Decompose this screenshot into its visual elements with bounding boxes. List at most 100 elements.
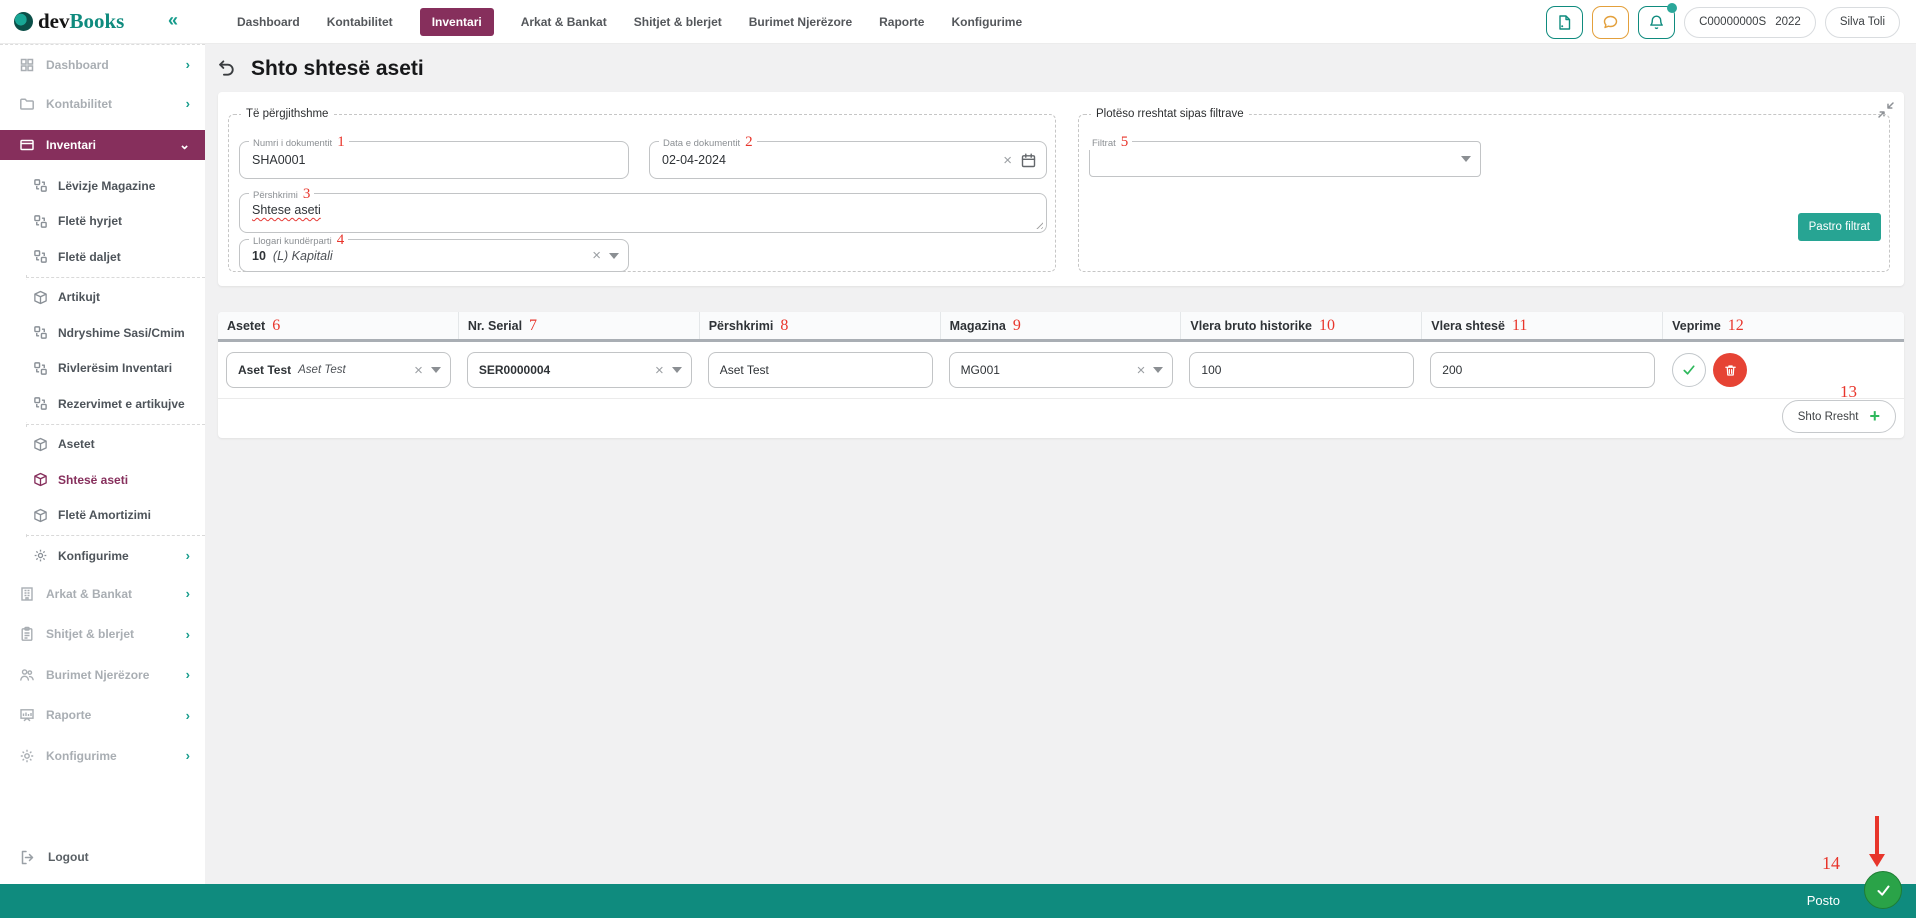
- sidebar-item-shtese-aseti[interactable]: Shtesë aseti: [0, 462, 205, 498]
- stock-movement-icon: [33, 325, 48, 340]
- back-button[interactable]: [213, 57, 237, 81]
- clear-date-icon[interactable]: ×: [1003, 153, 1012, 168]
- asset-rows-card: Asetet 6 Nr. Serial 7 Përshkrimi 8 Magazina…: [218, 312, 1904, 438]
- sidebar-collapse-icon[interactable]: «: [168, 10, 178, 31]
- box-icon: [33, 508, 48, 523]
- stock-movement-icon: [33, 396, 48, 411]
- check-icon: [1681, 362, 1697, 378]
- post-label[interactable]: Posto: [1807, 884, 1840, 918]
- confirm-row-button[interactable]: [1672, 353, 1707, 387]
- dropdown-caret-icon[interactable]: [609, 252, 619, 259]
- inventory-icon: [19, 137, 35, 153]
- counter-account-code: 10: [252, 248, 266, 263]
- sidebar-item-rivleresim-inventari[interactable]: Rivlerësim Inventari: [0, 350, 205, 386]
- annotation-5: 5: [1120, 134, 1129, 150]
- new-document-button[interactable]: [1546, 5, 1584, 39]
- post-submit-button[interactable]: [1864, 871, 1902, 909]
- dropdown-caret-icon[interactable]: [430, 367, 441, 373]
- annotation-8: 8: [780, 316, 789, 334]
- clear-filters-button[interactable]: Pastro filtrat: [1797, 213, 1881, 241]
- col-header-vlera-bruto: Vlera bruto historike 10: [1181, 312, 1423, 339]
- user-menu[interactable]: Silva Toli: [1824, 6, 1900, 38]
- nav-dashboard[interactable]: Dashboard: [237, 15, 300, 29]
- col-header-pershkrimi: Përshkrimi 8: [700, 312, 941, 339]
- warehouse-combobox[interactable]: MG001 ×: [948, 352, 1174, 388]
- gross-value-input[interactable]: 100: [1189, 352, 1415, 388]
- nav-konfigurime[interactable]: Konfigurime: [951, 15, 1022, 29]
- main-content: Shto shtesë aseti Të përgjithshme Numri …: [205, 44, 1916, 884]
- clear-warehouse-icon[interactable]: ×: [1137, 363, 1146, 378]
- nav-raporte[interactable]: Raporte: [879, 15, 924, 29]
- report-board-icon: [19, 707, 35, 723]
- sidebar-item-ndryshime-sasi-cmim[interactable]: Ndryshime Sasi/Cmim: [0, 315, 205, 351]
- sidebar-item-inventari-konfigurime[interactable]: Konfigurime ›: [0, 538, 205, 574]
- sidebar-item-rezervimet-e-artikujve[interactable]: Rezervimet e artikujve: [0, 386, 205, 422]
- doc-date-field[interactable]: Data e dokumentit 2 02-04-2024 ×: [649, 135, 1047, 179]
- logo-text-dev: dev: [38, 9, 70, 33]
- clear-serial-icon[interactable]: ×: [655, 363, 664, 378]
- nav-arkat-bankat[interactable]: Arkat & Bankat: [521, 15, 607, 29]
- delete-row-button[interactable]: [1713, 353, 1748, 387]
- annotation-3: 3: [302, 186, 311, 202]
- col-header-vlera-shtese: Vlera shtesë 11: [1422, 312, 1664, 339]
- sidebar-item-artikujt[interactable]: Artikujt: [0, 279, 205, 315]
- nav-burimet-njerezore[interactable]: Burimet Njerëzore: [749, 15, 852, 29]
- sidebar-item-burimet-njerezore[interactable]: Burimet Njerëzore ›: [0, 655, 205, 696]
- row-actions: [1663, 353, 1904, 387]
- counter-account-field[interactable]: Llogari kundërparti 4 10 (L) Kapitali ×: [239, 233, 629, 272]
- description-value[interactable]: Shtese aseti: [252, 203, 321, 217]
- company-code: C00000000S: [1699, 16, 1767, 28]
- sidebar-item-asetet[interactable]: Asetet: [0, 426, 205, 462]
- annotation-arrow-head: [1869, 854, 1885, 867]
- sidebar-item-flete-daljet[interactable]: Fletë daljet: [0, 239, 205, 275]
- filter-select[interactable]: Filtrat 5: [1088, 135, 1481, 177]
- addition-value-input[interactable]: 200: [1430, 352, 1656, 388]
- chevron-right-icon: ›: [185, 707, 190, 723]
- description-field[interactable]: Përshkrimi 3 Shtese aseti: [239, 187, 1047, 233]
- calendar-icon[interactable]: [1020, 152, 1037, 169]
- inventari-submenu: Lëvizje Magazine Fletë hyrjet Fletë dalj…: [0, 168, 205, 574]
- sidebar-item-flete-hyrjet[interactable]: Fletë hyrjet: [0, 203, 205, 239]
- sidebar-item-inventari[interactable]: Inventari ⌄: [0, 130, 205, 160]
- add-row-button[interactable]: Shto Rresht +: [1781, 400, 1896, 433]
- doc-number-field[interactable]: Numri i dokumentit 1 SHA0001: [239, 135, 629, 179]
- sidebar-item-arkat-bankat[interactable]: Arkat & Bankat ›: [0, 574, 205, 615]
- col-header-magazina: Magazina 9: [941, 312, 1182, 339]
- filter-value[interactable]: [1090, 142, 1480, 176]
- chat-bubble-icon: [1602, 14, 1619, 31]
- chat-button[interactable]: [1592, 5, 1630, 39]
- serial-combobox[interactable]: SER0000004 ×: [466, 352, 692, 388]
- stock-movement-icon: [33, 361, 48, 376]
- sidebar-item-levizje-magazine[interactable]: Lëvizje Magazine: [0, 168, 205, 204]
- clear-account-icon[interactable]: ×: [592, 248, 601, 263]
- company-selector[interactable]: C00000000S 2022: [1684, 6, 1816, 38]
- clear-asset-icon[interactable]: ×: [414, 363, 423, 378]
- sidebar-item-raporte[interactable]: Raporte ›: [0, 695, 205, 736]
- notifications-button[interactable]: [1638, 2, 1678, 39]
- box-icon: [33, 290, 48, 305]
- sidebar-item-shitjet-blerjet[interactable]: Shitjet & blerjet ›: [0, 614, 205, 655]
- nav-inventari[interactable]: Inventari: [419, 8, 494, 36]
- annotation-14: 14: [1822, 853, 1840, 873]
- annotation-arrow: [1875, 816, 1879, 856]
- sidebar-item-dashboard[interactable]: Dashboard ›: [0, 45, 205, 84]
- dropdown-caret-icon[interactable]: [1153, 367, 1164, 373]
- nav-shitjet-blerjet[interactable]: Shitjet & blerjet: [634, 15, 722, 29]
- sidebar-item-flete-amortizimi[interactable]: Fletë Amortizimi: [0, 497, 205, 533]
- nav-kontabilitet[interactable]: Kontabilitet: [327, 15, 393, 29]
- annotation-7: 7: [529, 316, 538, 334]
- sidebar-item-kontabilitet[interactable]: Kontabilitet ›: [0, 84, 205, 123]
- annotation-11: 11: [1511, 316, 1528, 334]
- dropdown-caret-icon[interactable]: [671, 367, 682, 373]
- stock-movement-icon: [33, 178, 48, 193]
- logout-button[interactable]: Logout: [0, 840, 205, 874]
- col-header-veprime: Veprime 12: [1672, 316, 1744, 334]
- col-header-nr-serial: Nr. Serial 7: [459, 312, 700, 339]
- sidebar-item-konfigurime[interactable]: Konfigurime ›: [0, 736, 205, 777]
- table-header-row: Asetet 6 Nr. Serial 7 Përshkrimi 8 Magazina…: [218, 312, 1904, 342]
- dropdown-caret-icon[interactable]: [1461, 156, 1471, 162]
- row-description-input[interactable]: Aset Test: [707, 352, 933, 388]
- asset-combobox[interactable]: Aset Test Aset Test ×: [226, 352, 451, 388]
- logout-icon: [19, 849, 36, 866]
- col-header-asetet: Asetet 6: [218, 312, 459, 339]
